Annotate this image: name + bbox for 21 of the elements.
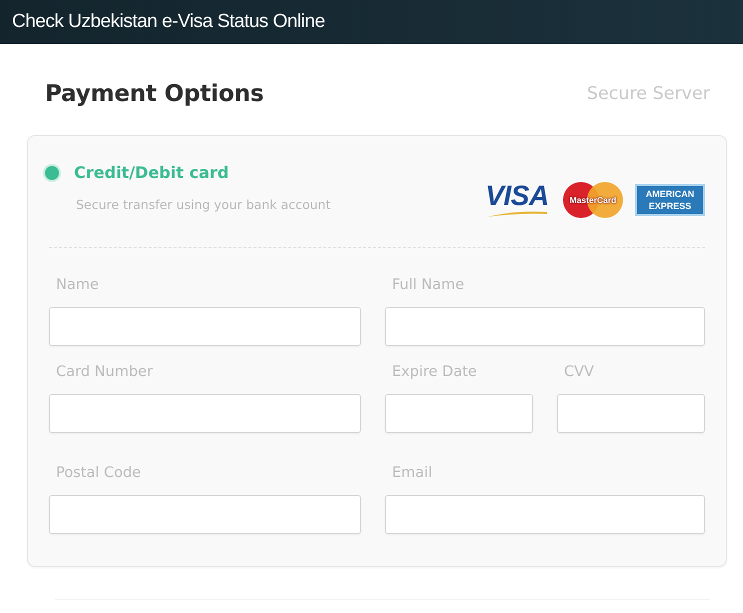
field-label: Expire Date xyxy=(392,363,477,381)
input-field[interactable] xyxy=(385,307,705,346)
input-field[interactable] xyxy=(49,495,361,534)
amex-logo: AMERICAN EXPRESS xyxy=(635,184,705,216)
field-label: Card Number xyxy=(56,363,153,381)
section-heading: Payment Options xyxy=(45,80,264,108)
field-label: CVV xyxy=(564,363,594,381)
field-label: Postal Code xyxy=(56,464,141,482)
input-field[interactable] xyxy=(385,495,705,534)
visa-logo: VISA xyxy=(483,182,551,218)
input-field[interactable] xyxy=(385,394,533,433)
input-field[interactable] xyxy=(557,394,705,433)
field-label: Email xyxy=(392,464,432,482)
payment-method-description: Secure transfer using your bank account xyxy=(76,196,331,214)
radio-button[interactable] xyxy=(45,166,59,180)
input-field[interactable] xyxy=(49,307,361,346)
field-label: Name xyxy=(56,276,99,294)
payment-method-label[interactable]: Credit/Debit card xyxy=(74,162,229,184)
page-title: Check Uzbekistan e-Visa Status Online xyxy=(12,10,325,34)
input-field[interactable] xyxy=(49,394,361,433)
field-label: Full Name xyxy=(392,276,464,294)
